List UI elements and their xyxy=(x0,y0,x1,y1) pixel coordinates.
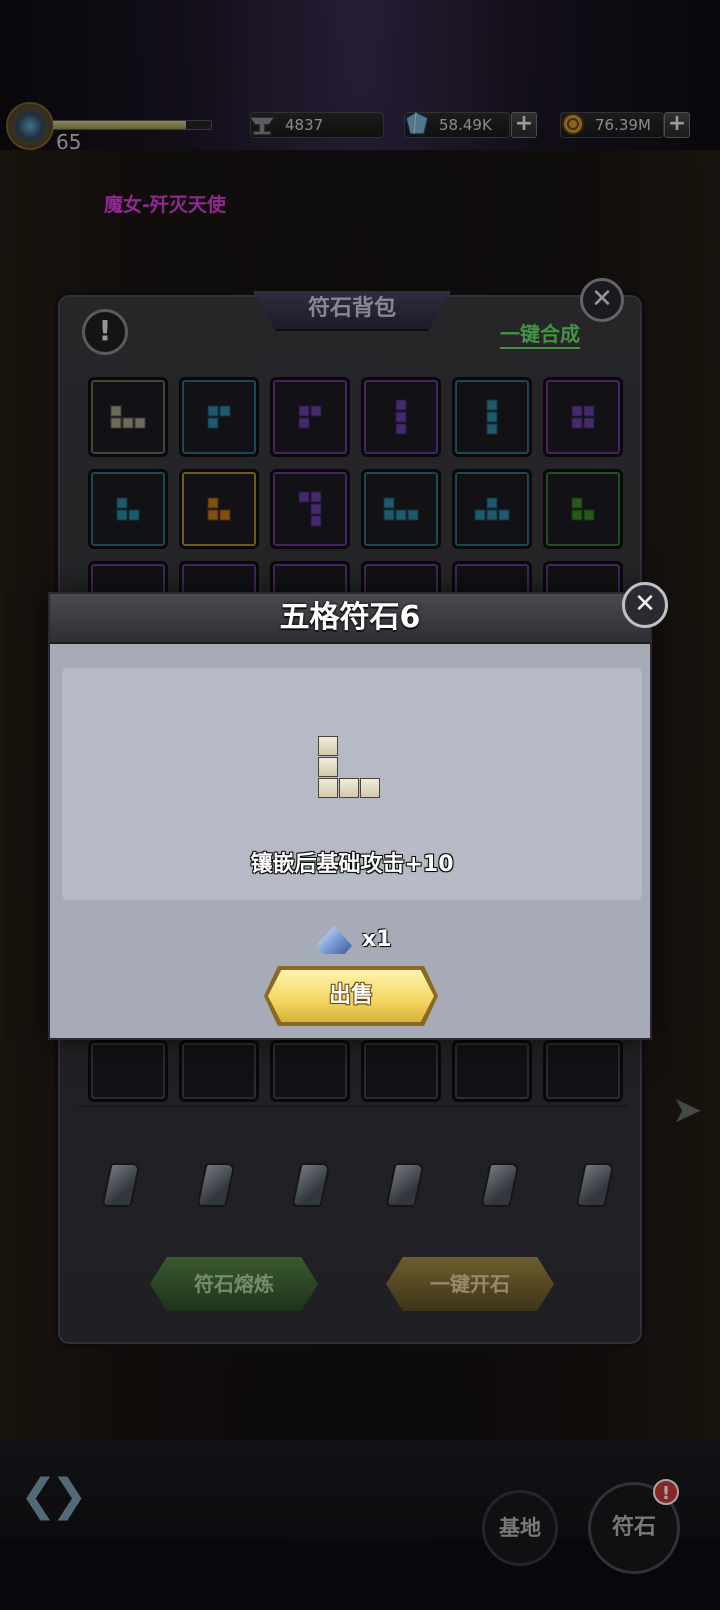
crystal-icon xyxy=(316,926,352,954)
rune-effect-text: 镶嵌后基础攻击+10 xyxy=(250,852,454,877)
modal-header: 五格符石6 xyxy=(50,594,650,644)
rune-detail-modal: 五格符石6 ✕ 镶嵌后基础攻击+10 x1 出售 xyxy=(48,582,668,1040)
modal-close-button[interactable]: ✕ xyxy=(622,582,668,628)
reward-count: x1 xyxy=(362,927,392,952)
rune-preview-panel: 镶嵌后基础攻击+10 xyxy=(62,668,642,900)
rune-shape-icon xyxy=(318,736,380,798)
sell-button[interactable]: 出售 xyxy=(268,970,434,1022)
modal-title: 五格符石6 xyxy=(279,600,421,635)
